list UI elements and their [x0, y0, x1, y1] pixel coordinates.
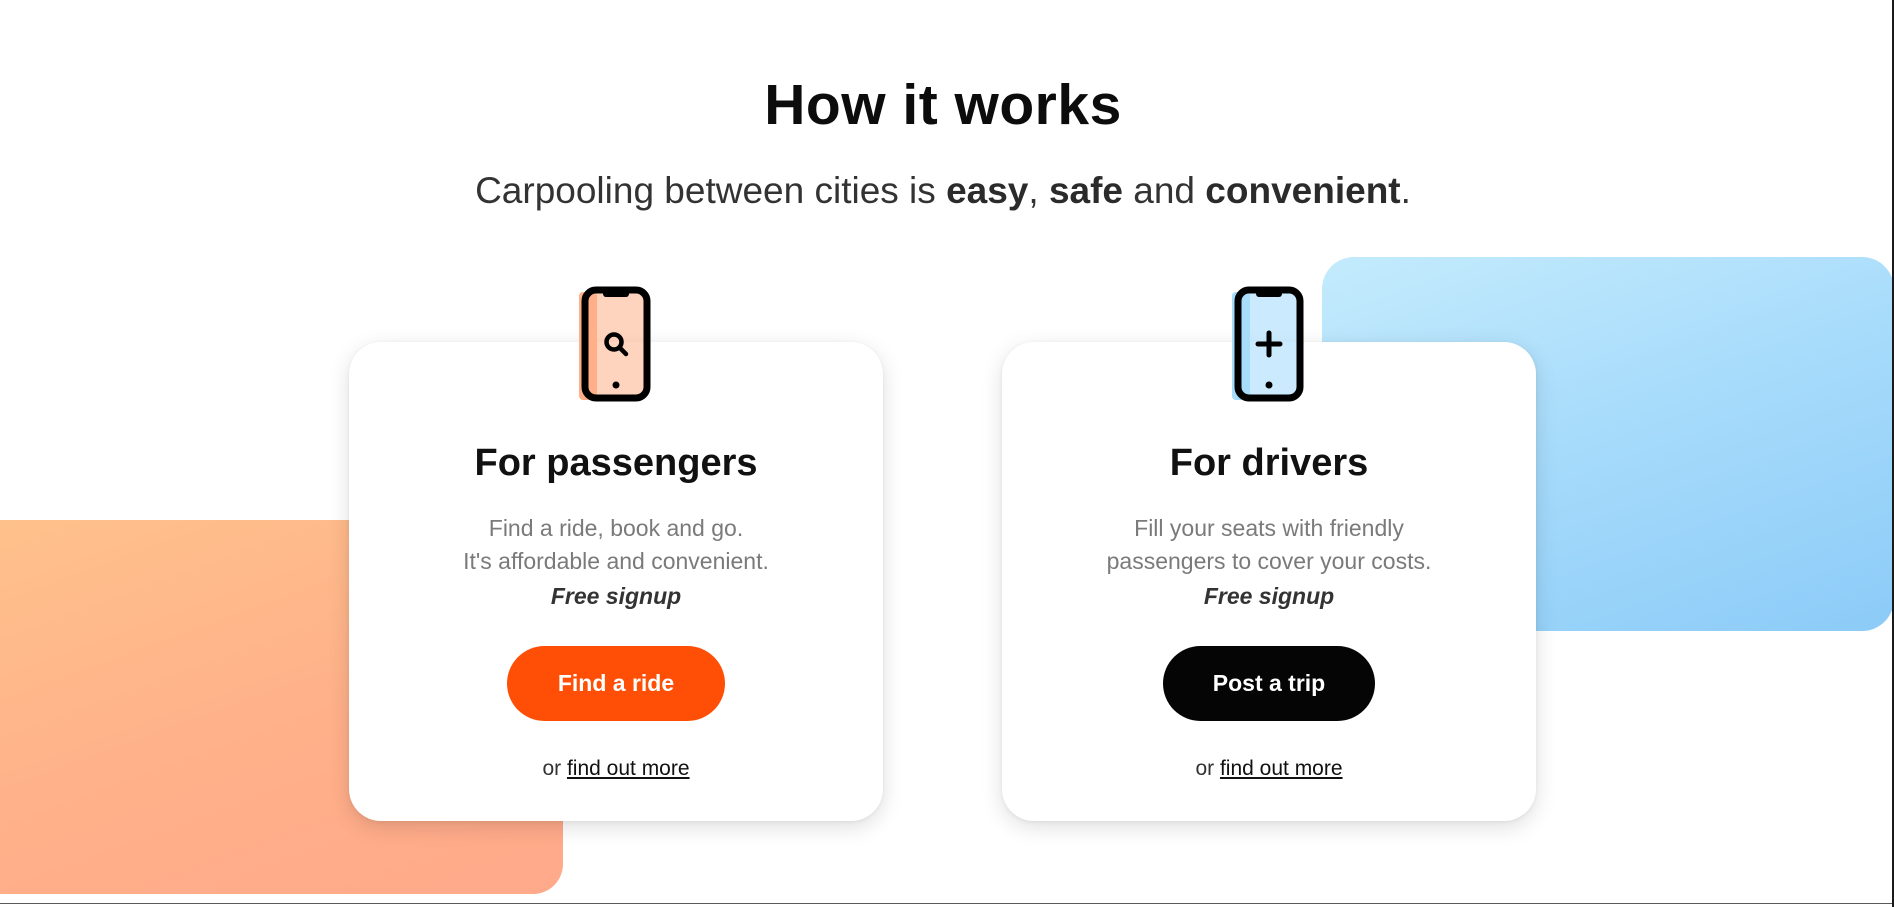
drivers-more: or find out more [1002, 757, 1536, 781]
find-a-ride-button[interactable]: Find a ride [507, 646, 725, 721]
subtitle-segment: Carpooling between cities is [475, 170, 947, 211]
passengers-free-signup: Free signup [550, 583, 682, 609]
subtitle-segment: and [1123, 170, 1206, 211]
subtitle-segment: safe [1048, 170, 1123, 211]
drivers-free-signup: Free signup [1203, 583, 1335, 609]
section-title: How it works [764, 73, 1122, 137]
drivers-description: Fill your seats with friendly passengers… [1002, 512, 1536, 613]
subtitle-segment: . [1400, 170, 1411, 211]
passengers-card: For passengers Find a ride, book and go.… [349, 286, 883, 821]
post-a-trip-button[interactable]: Post a trip [1163, 646, 1375, 721]
bottom-divider [0, 903, 1894, 904]
phone-plus-icon [1232, 286, 1304, 402]
phone-search-icon [579, 286, 651, 402]
drivers-or-text: or [1195, 757, 1215, 780]
subtitle-segment: , [1028, 170, 1049, 211]
drivers-desc-line-2: passengers to cover your costs. [1106, 548, 1432, 574]
subtitle-segment: easy [946, 170, 1029, 211]
passengers-title: For passengers [474, 442, 758, 484]
passengers-find-out-more-link[interactable]: find out more [567, 757, 690, 780]
passengers-more: or find out more [349, 757, 883, 781]
drivers-card: For drivers Fill your seats with friendl… [1002, 286, 1536, 821]
subtitle-segment: convenient [1205, 170, 1401, 211]
passengers-description: Find a ride, book and go. It's affordabl… [349, 512, 883, 613]
drivers-find-out-more-link[interactable]: find out more [1220, 757, 1343, 780]
how-it-works-page: How it works Carpooling between cities i… [0, 0, 1894, 907]
drivers-title: For drivers [1169, 442, 1369, 484]
section-subtitle: Carpooling between cities is easy, safe … [0, 170, 1886, 212]
passengers-or-text: or [542, 757, 562, 780]
passengers-desc-line-1: Find a ride, book and go. [488, 515, 744, 541]
drivers-desc-line-1: Fill your seats with friendly [1134, 515, 1404, 541]
passengers-desc-line-2: It's affordable and convenient. [463, 548, 769, 574]
